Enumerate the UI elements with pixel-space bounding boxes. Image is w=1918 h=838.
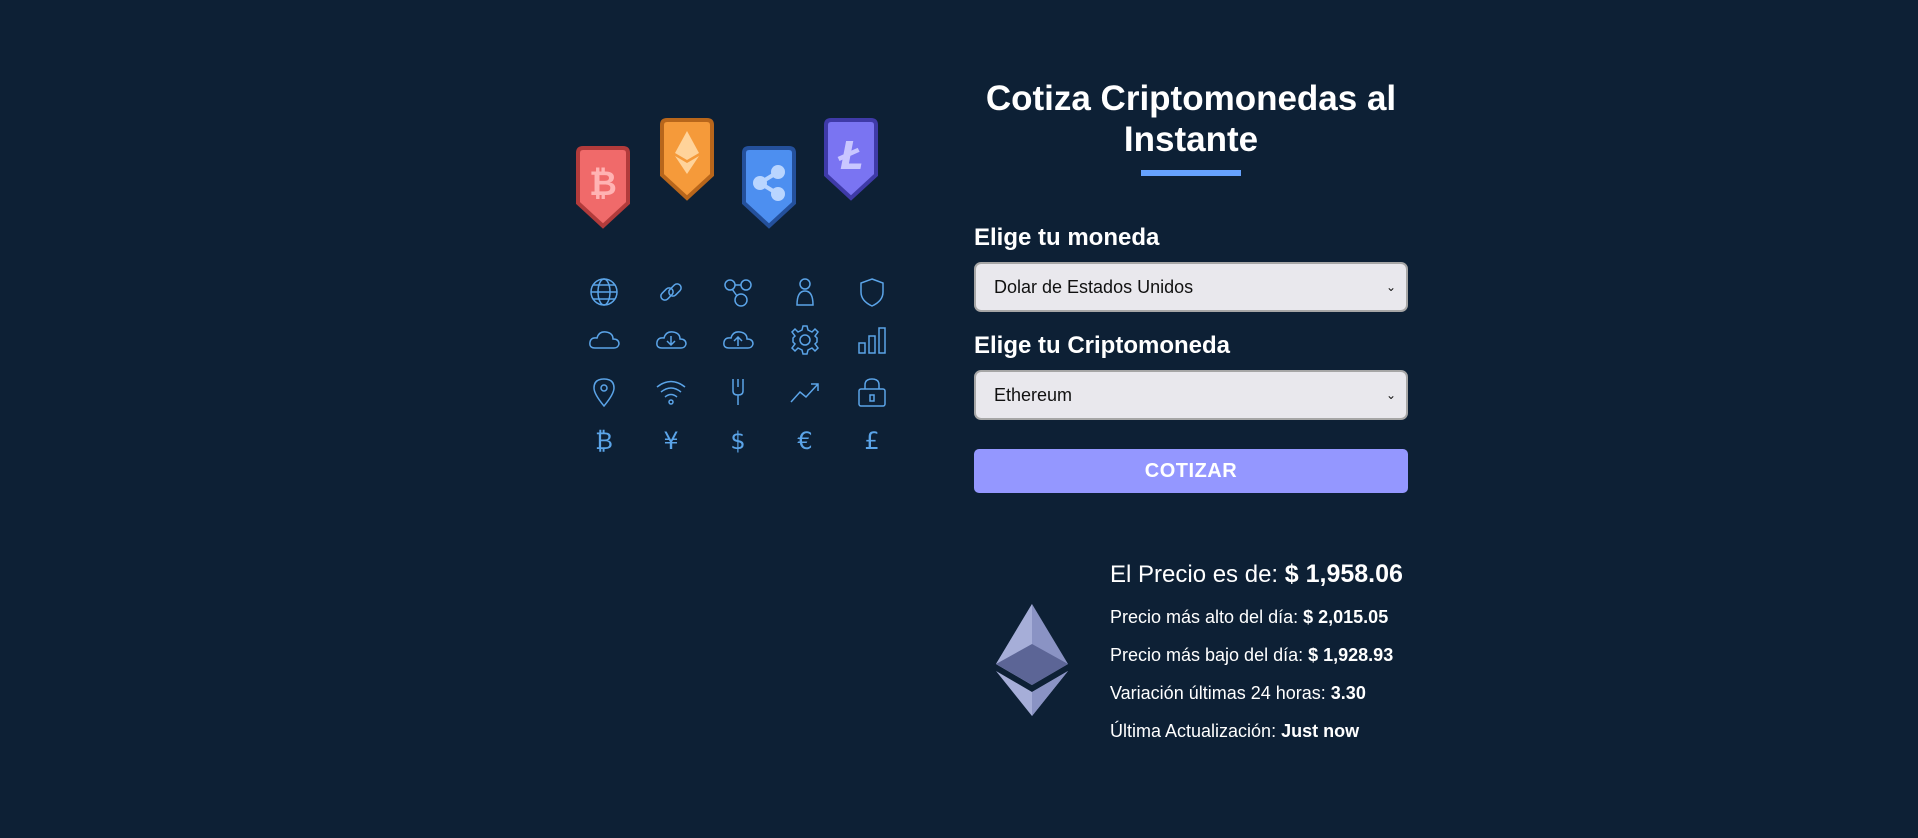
updated-label: Última Actualización: — [1110, 721, 1277, 741]
svg-text:Ł: Ł — [837, 134, 863, 178]
quote-result: El Precio es de: $ 1,958.06 Precio más a… — [996, 560, 1446, 770]
network-icon — [718, 272, 758, 312]
crypto-illustration: ₿ Ł ₿ ¥ $ € £ — [560, 105, 890, 465]
gear-icon — [785, 320, 825, 360]
globe-icon — [584, 272, 624, 312]
crypto-select-value: Ethereum — [994, 384, 1073, 405]
quote-form: Cotiza Criptomonedas al Instante Elige t… — [974, 78, 1408, 493]
icon-grid: ₿ ¥ $ € £ — [570, 270, 905, 462]
cloud-upload-icon — [718, 320, 758, 360]
cloud-download-icon — [651, 320, 691, 360]
high-label: Precio más alto del día: — [1110, 607, 1299, 627]
ethereum-logo-icon — [996, 604, 1068, 716]
yen-icon: ¥ — [651, 420, 691, 460]
trend-up-icon — [785, 372, 825, 412]
high-value: $ 2,015.05 — [1303, 607, 1389, 627]
title-line-2: Instante — [1123, 120, 1259, 159]
svg-text:£: £ — [864, 427, 879, 455]
bitcoin-badge-icon: ₿ — [576, 146, 630, 229]
low-label: Precio más bajo del día: — [1110, 645, 1304, 665]
change-label: Variación últimas 24 horas: — [1110, 683, 1326, 703]
currency-label: Elige tu moneda — [974, 224, 1160, 251]
dollar-icon: $ — [718, 420, 758, 460]
change-line: Variación últimas 24 horas: 3.30 — [1110, 683, 1403, 704]
low-line: Precio más bajo del día: $ 1,928.93 — [1110, 645, 1403, 666]
price-label: El Precio es de: — [1110, 561, 1279, 588]
ethereum-badge-icon — [660, 118, 714, 201]
location-pin-icon — [584, 372, 624, 412]
cloud-icon — [584, 320, 624, 360]
price-value: $ 1,958.06 — [1284, 560, 1403, 588]
change-value: 3.30 — [1330, 683, 1366, 703]
price-line: El Precio es de: $ 1,958.06 — [1110, 560, 1403, 589]
fork-icon — [718, 372, 758, 412]
bitcoin-icon: ₿ — [584, 420, 624, 460]
low-value: $ 1,928.93 — [1308, 645, 1394, 665]
high-line: Precio más alto del día: $ 2,015.05 — [1110, 607, 1403, 628]
lock-icon — [852, 372, 892, 412]
euro-icon: € — [785, 420, 825, 460]
chevron-down-icon: ⌄ — [1385, 388, 1396, 402]
currency-select[interactable]: Dolar de Estados Unidos ⌄ — [974, 262, 1408, 312]
svg-text:₿: ₿ — [595, 427, 613, 455]
pound-icon: £ — [852, 420, 892, 460]
link-icon — [651, 272, 691, 312]
cotizar-button[interactable]: COTIZAR — [974, 449, 1408, 493]
svg-text:₿: ₿ — [589, 164, 617, 204]
result-details: El Precio es de: $ 1,958.06 Precio más a… — [1110, 560, 1403, 759]
bar-chart-icon — [852, 320, 892, 360]
title-line-1: Cotiza Criptomonedas al — [985, 79, 1397, 118]
updated-value: Just now — [1281, 721, 1360, 741]
shield-icon — [852, 272, 892, 312]
svg-text:€: € — [797, 427, 812, 455]
crypto-select[interactable]: Ethereum ⌄ — [974, 370, 1408, 420]
chevron-down-icon: ⌄ — [1385, 280, 1396, 294]
user-icon — [785, 272, 825, 312]
ripple-badge-icon — [742, 146, 796, 229]
svg-text:¥: ¥ — [663, 427, 678, 455]
svg-text:$: $ — [730, 427, 745, 455]
litecoin-badge-icon: Ł — [824, 118, 878, 201]
title-underline — [1141, 170, 1241, 176]
currency-select-value: Dolar de Estados Unidos — [994, 276, 1194, 297]
page-title: Cotiza Criptomonedas al Instante — [974, 78, 1408, 160]
wifi-icon — [651, 372, 691, 412]
crypto-label: Elige tu Criptomoneda — [974, 332, 1231, 359]
updated-line: Última Actualización: Just now — [1110, 721, 1403, 742]
